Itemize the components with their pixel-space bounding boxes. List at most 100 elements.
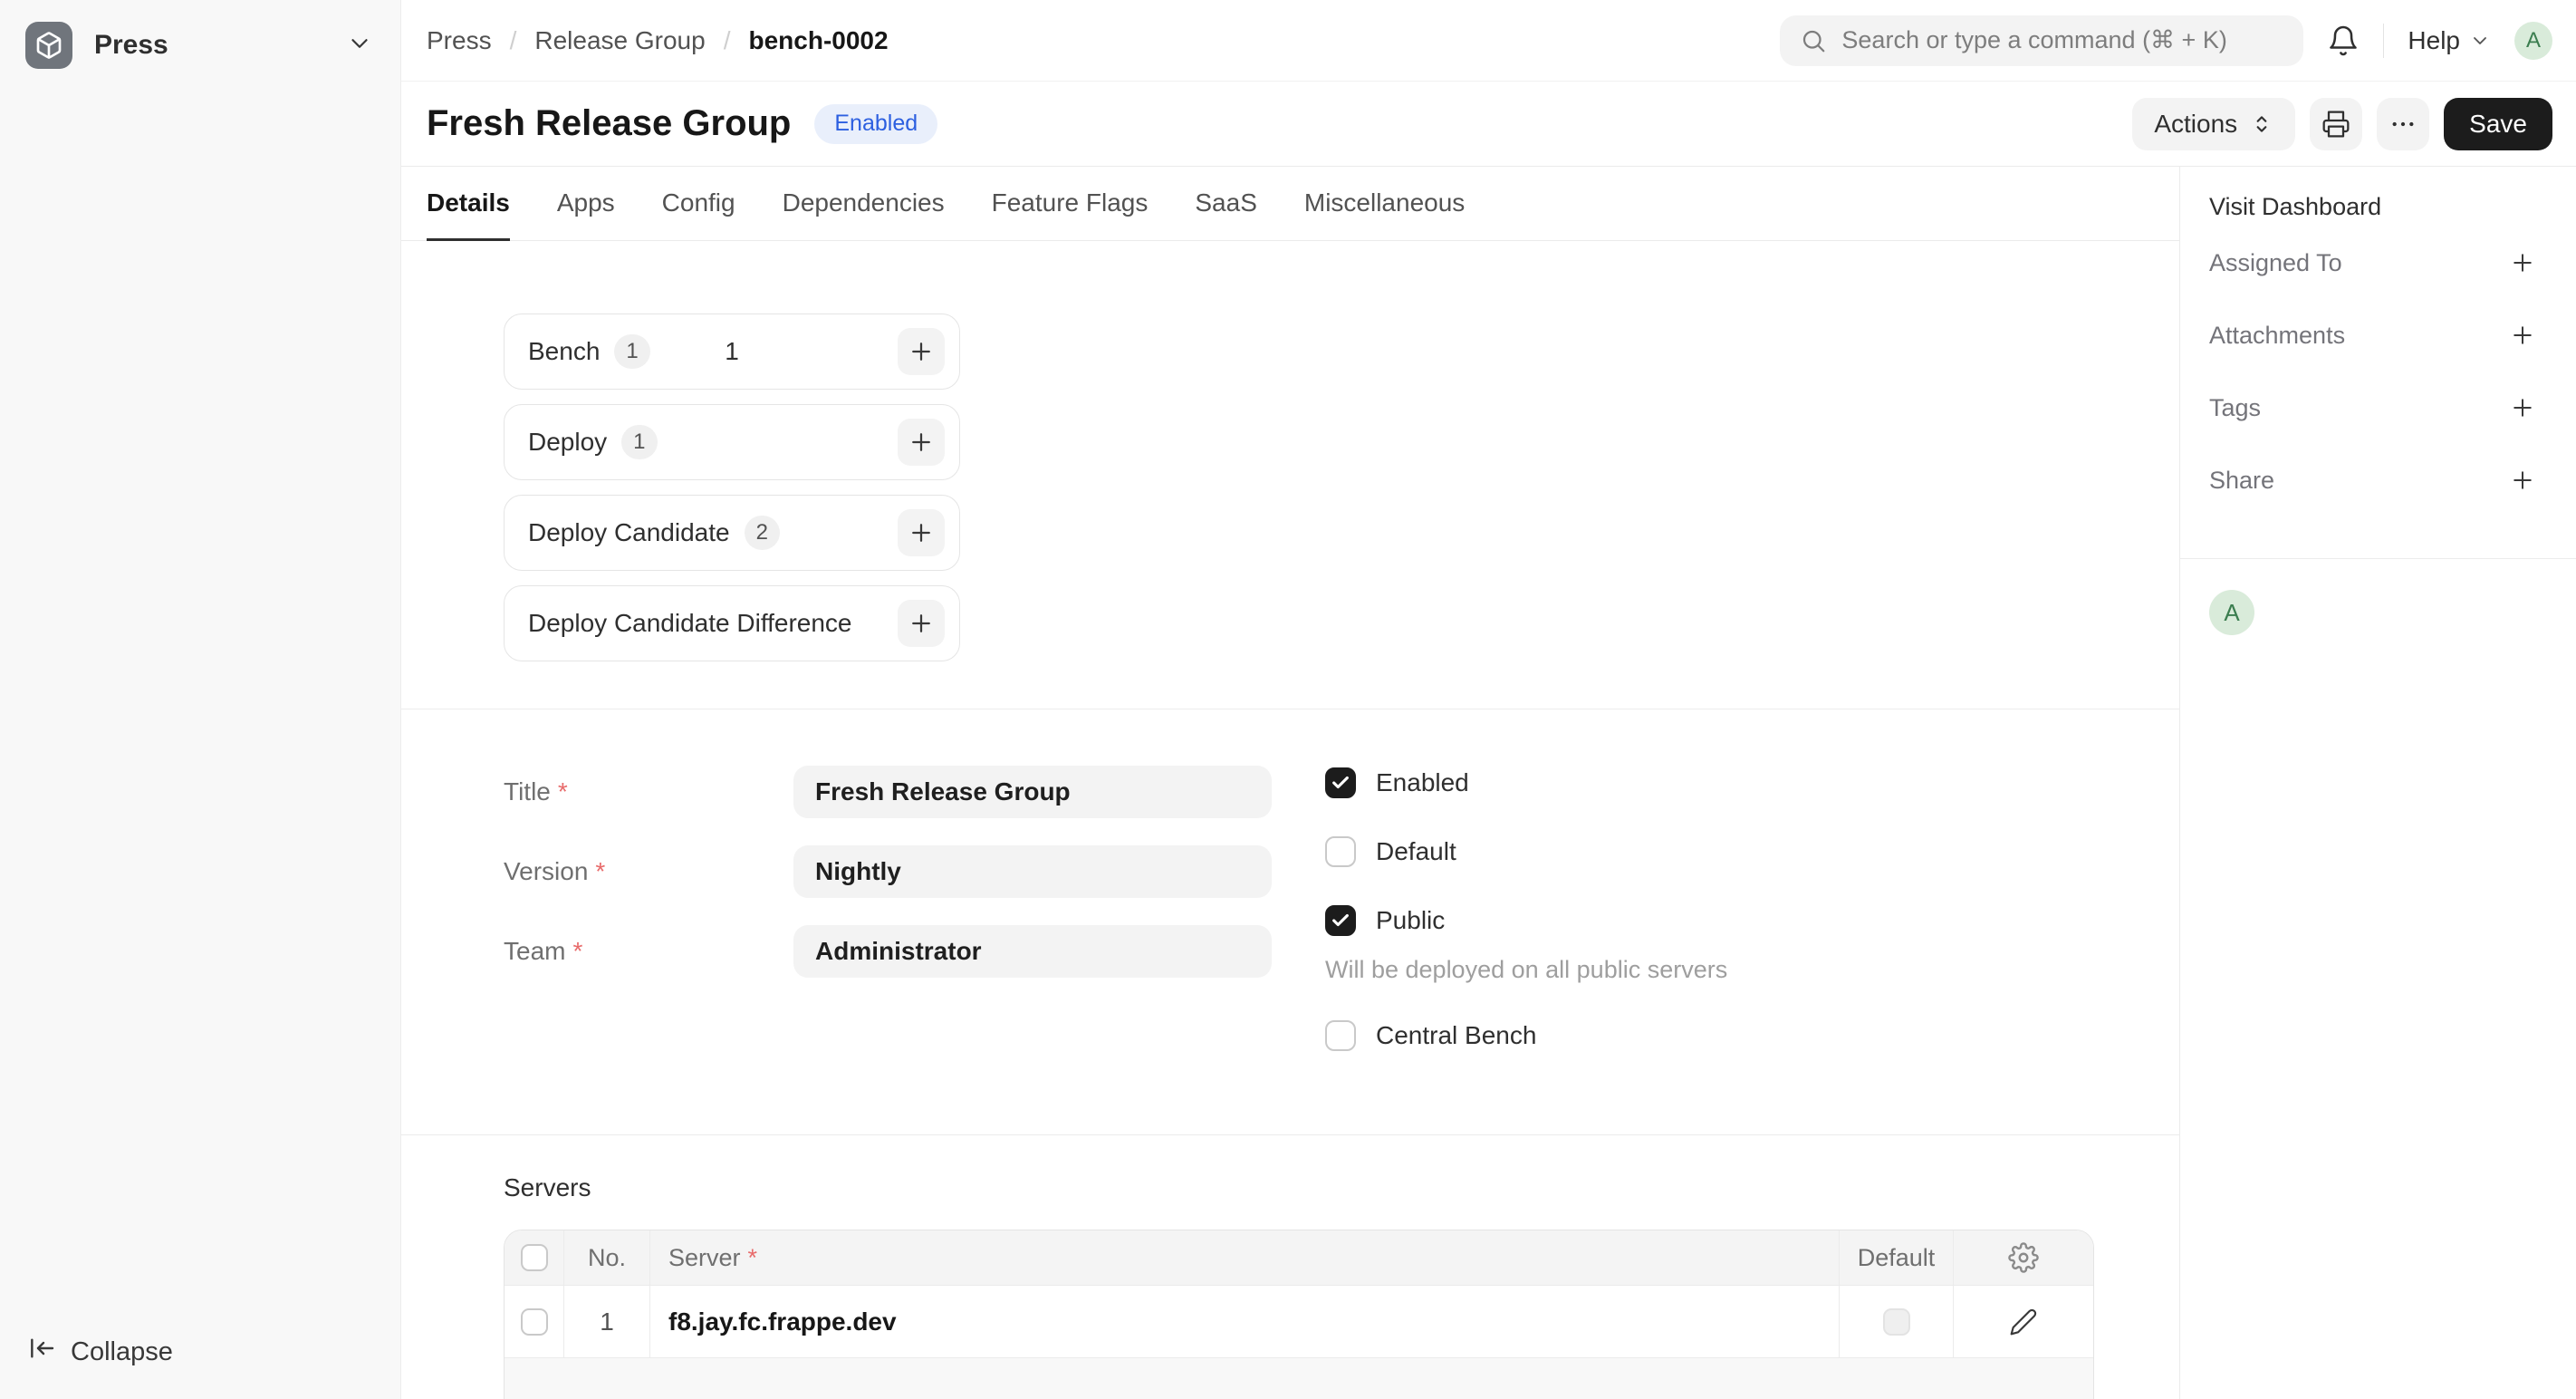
printer-icon: [2321, 110, 2350, 139]
breadcrumb-separator: /: [724, 26, 731, 55]
link-card-center-count: 1: [725, 337, 739, 366]
actions-dropdown-button[interactable]: Actions: [2132, 98, 2295, 150]
server-name: f8.jay.fc.frappe.dev: [668, 1307, 897, 1336]
top-navbar: Press / Release Group / bench-0002 Searc…: [401, 0, 2576, 82]
public-checkbox-description: Will be deployed on all public servers: [1325, 956, 1727, 984]
column-header-server: Server: [668, 1244, 741, 1272]
ellipsis-icon: [2389, 110, 2417, 139]
chevron-down-icon: [346, 30, 373, 62]
plus-icon: [2509, 394, 2536, 421]
visit-dashboard-link[interactable]: Visit Dashboard: [2209, 187, 2536, 227]
column-header-default: Default: [1858, 1244, 1936, 1272]
default-checkbox[interactable]: [1325, 836, 1356, 867]
tab-saas[interactable]: SaaS: [1195, 167, 1257, 241]
search-icon: [1800, 27, 1827, 54]
add-tag-button[interactable]: [2509, 394, 2536, 421]
central-bench-checkbox[interactable]: [1325, 1020, 1356, 1051]
grid-header-cell: No.: [564, 1230, 650, 1285]
field-column: Title* Fresh Release Group Version* Nigh…: [504, 766, 1272, 1089]
tab-config[interactable]: Config: [662, 167, 735, 241]
add-bench-button[interactable]: [898, 328, 945, 375]
grid-header-cell: Server*: [650, 1230, 1840, 1285]
collapse-sidebar-button[interactable]: Collapse: [22, 1330, 377, 1374]
links-section: Bench 1 1 Deploy 1: [401, 241, 2179, 709]
title-input[interactable]: Fresh Release Group: [793, 766, 1272, 818]
grid-settings-button[interactable]: [2008, 1242, 2039, 1273]
selector-icon: [2250, 112, 2273, 136]
grid-footer[interactable]: [505, 1357, 2093, 1399]
check-icon: [1331, 911, 1350, 931]
add-attachment-button[interactable]: [2509, 322, 2536, 349]
add-assignment-button[interactable]: [2509, 249, 2536, 276]
link-card-count-badge: 1: [614, 334, 649, 369]
panel-label: Assigned To: [2209, 249, 2342, 277]
link-card-bench[interactable]: Bench 1 1: [504, 314, 960, 390]
required-marker: *: [595, 857, 605, 885]
actions-label: Actions: [2154, 110, 2237, 139]
checkbox-label: Enabled: [1376, 768, 1469, 797]
default-cell-checkbox[interactable]: [1883, 1308, 1910, 1336]
document-actions: Actions Save: [2132, 98, 2552, 150]
tab-details[interactable]: Details: [427, 167, 510, 241]
tab-dependencies[interactable]: Dependencies: [783, 167, 945, 241]
app-switcher-button[interactable]: Press: [22, 16, 377, 74]
tab-apps[interactable]: Apps: [557, 167, 615, 241]
checkbox-row-enabled[interactable]: Enabled: [1325, 767, 1727, 798]
grid-header-cell: Default: [1840, 1230, 1954, 1285]
link-card-deploy[interactable]: Deploy 1: [504, 404, 960, 480]
search-input[interactable]: Search or type a command (⌘ + K): [1780, 15, 2303, 66]
chevron-down-icon: [2469, 30, 2491, 52]
checkbox-row-central-bench[interactable]: Central Bench: [1325, 1020, 1727, 1051]
save-button[interactable]: Save: [2444, 98, 2552, 150]
servers-grid: No. Server* Default: [504, 1230, 2094, 1399]
breadcrumb-release-group[interactable]: Release Group: [534, 26, 705, 55]
gear-icon: [2008, 1242, 2039, 1273]
help-menu-button[interactable]: Help: [2408, 26, 2491, 55]
required-marker: *: [748, 1244, 758, 1272]
row-number: 1: [600, 1307, 614, 1336]
grid-header-cell: [1954, 1230, 2093, 1285]
topnav-right: Search or type a command (⌘ + K) Help A: [1780, 15, 2552, 66]
team-input[interactable]: Administrator: [793, 925, 1272, 978]
add-deploy-candidate-difference-button[interactable]: [898, 600, 945, 647]
more-menu-button[interactable]: [2377, 98, 2429, 150]
add-deploy-button[interactable]: [898, 419, 945, 466]
user-avatar[interactable]: A: [2514, 22, 2552, 60]
grid-cell[interactable]: f8.jay.fc.frappe.dev: [650, 1286, 1840, 1357]
breadcrumb: Press / Release Group / bench-0002: [427, 26, 889, 55]
panel-label: Attachments: [2209, 322, 2345, 350]
add-share-button[interactable]: [2509, 467, 2536, 494]
panel-avatar-row: A: [2209, 559, 2536, 635]
press-logo-icon: [25, 22, 72, 69]
panel-label: Tags: [2209, 394, 2261, 422]
edit-row-button[interactable]: [2009, 1307, 2038, 1336]
checkbox-row-public[interactable]: Public: [1325, 905, 1727, 936]
enabled-checkbox[interactable]: [1325, 767, 1356, 798]
tab-miscellaneous[interactable]: Miscellaneous: [1304, 167, 1465, 241]
select-all-checkbox[interactable]: [521, 1244, 548, 1271]
add-deploy-candidate-button[interactable]: [898, 509, 945, 556]
notifications-button[interactable]: [2327, 24, 2360, 57]
document-side-panel: Visit Dashboard Assigned To Attachments …: [2180, 167, 2576, 1399]
link-card-deploy-candidate-difference[interactable]: Deploy Candidate Difference: [504, 585, 960, 661]
document-header: Fresh Release Group Enabled Actions Save: [401, 82, 2576, 167]
collapse-icon: [27, 1334, 56, 1370]
panel-row-assigned-to: Assigned To: [2209, 227, 2536, 299]
form-content: Details Apps Config Dependencies Feature…: [401, 167, 2180, 1399]
checkbox-row-default[interactable]: Default: [1325, 836, 1727, 867]
servers-section: Servers No. Server*: [401, 1135, 2179, 1399]
link-card-deploy-candidate[interactable]: Deploy Candidate 2: [504, 495, 960, 571]
print-button[interactable]: [2310, 98, 2362, 150]
field-row-title: Title* Fresh Release Group: [504, 766, 1272, 818]
link-card-count-badge: 1: [621, 425, 657, 459]
pencil-icon: [2009, 1307, 2038, 1336]
server-row: 1 f8.jay.fc.frappe.dev: [505, 1285, 2093, 1357]
public-checkbox[interactable]: [1325, 905, 1356, 936]
breadcrumb-press[interactable]: Press: [427, 26, 492, 55]
row-select-checkbox[interactable]: [521, 1308, 548, 1336]
checkbox-label: Public: [1376, 906, 1445, 935]
help-label: Help: [2408, 26, 2460, 55]
panel-row-attachments: Attachments: [2209, 299, 2536, 371]
tab-feature-flags[interactable]: Feature Flags: [992, 167, 1149, 241]
version-input[interactable]: Nightly: [793, 845, 1272, 898]
